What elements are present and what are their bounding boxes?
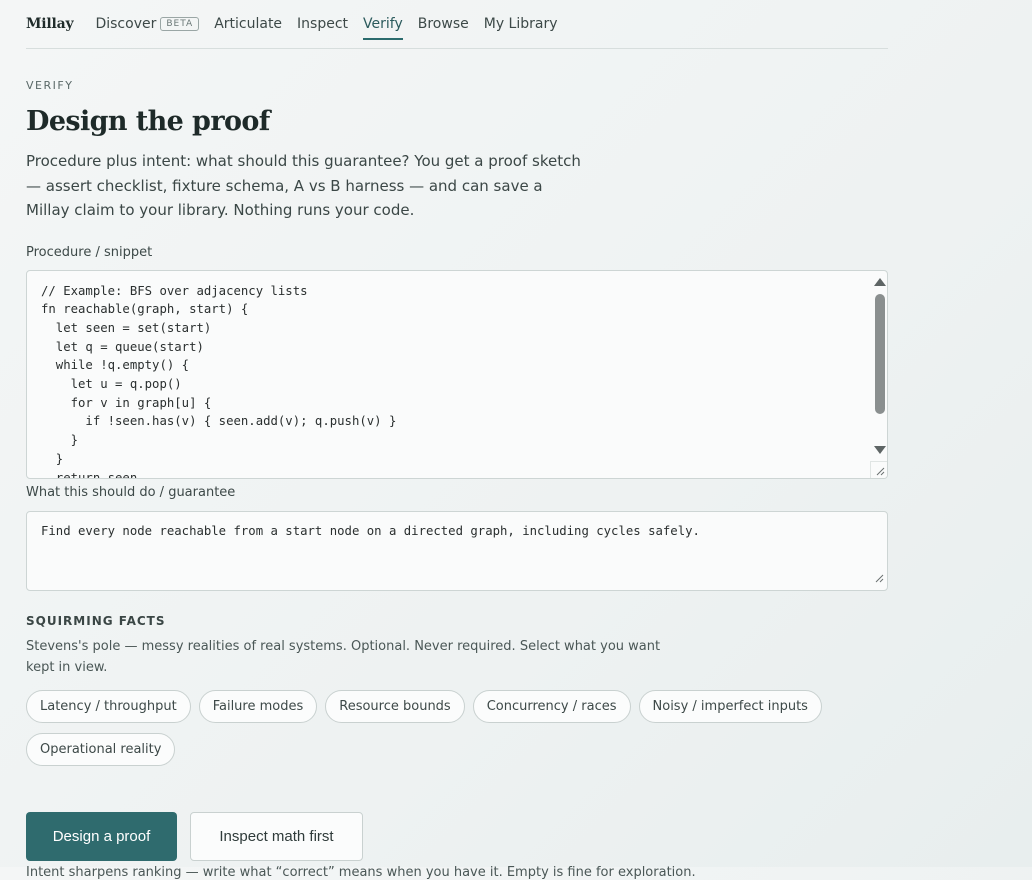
resize-grip-icon[interactable] — [875, 568, 884, 587]
facts-chip-group: Latency / throughput Failure modes Resou… — [26, 689, 856, 776]
nav-discover-label: Discover — [95, 16, 157, 32]
scroll-up-arrow-icon[interactable] — [874, 277, 886, 286]
nav-discover[interactable]: Discover BETA — [95, 12, 200, 36]
procedure-code[interactable]: // Example: BFS over adjacency lists fn … — [27, 271, 887, 478]
chip-noisy-inputs[interactable]: Noisy / imperfect inputs — [638, 689, 822, 723]
nav-articulate[interactable]: Articulate — [214, 12, 282, 36]
page-lede: Procedure plus intent: what should this … — [26, 152, 581, 219]
procedure-scrollbar[interactable] — [870, 271, 887, 461]
intent-label: What this should do / guarantee — [26, 484, 236, 500]
procedure-textarea[interactable]: // Example: BFS over adjacency lists fn … — [26, 269, 888, 479]
nav-browse[interactable]: Browse — [418, 12, 469, 36]
procedure-label: Procedure / snippet — [26, 244, 153, 260]
design-proof-button[interactable]: Design a proof — [26, 811, 177, 861]
nav-verify[interactable]: Verify — [363, 12, 403, 40]
intent-textarea[interactable]: Find every node reachable from a start n… — [26, 510, 888, 591]
brand-logo[interactable]: Millay — [26, 16, 74, 32]
chip-failure-modes[interactable]: Failure modes — [198, 689, 318, 723]
action-bar: Design a proof Inspect math first — [26, 811, 888, 861]
facts-heading: SQUIRMING FACTS — [26, 613, 166, 628]
chip-operational-reality[interactable]: Operational reality — [26, 732, 176, 766]
chip-concurrency-races[interactable]: Concurrency / races — [472, 689, 631, 723]
section-eyebrow: VERIFY — [26, 79, 74, 92]
intent-text[interactable]: Find every node reachable from a start n… — [27, 512, 887, 550]
page-title: Design the proof — [26, 106, 270, 137]
top-nav: Millay Discover BETA Articulate Inspect … — [26, 0, 888, 49]
inspect-math-button[interactable]: Inspect math first — [190, 811, 363, 861]
chip-resource-bounds[interactable]: Resource bounds — [325, 689, 465, 723]
chip-latency-throughput[interactable]: Latency / throughput — [26, 689, 191, 723]
nav-inspect[interactable]: Inspect — [297, 12, 348, 36]
facts-description: Stevens's pole — messy realities of real… — [26, 638, 661, 675]
scroll-down-arrow-icon[interactable] — [874, 445, 886, 454]
resize-grip-icon[interactable] — [870, 460, 887, 478]
nav-my-library[interactable]: My Library — [484, 12, 558, 36]
scroll-thumb[interactable] — [875, 293, 885, 414]
beta-badge: BETA — [160, 17, 200, 31]
page: Millay Discover BETA Articulate Inspect … — [26, 0, 888, 880]
